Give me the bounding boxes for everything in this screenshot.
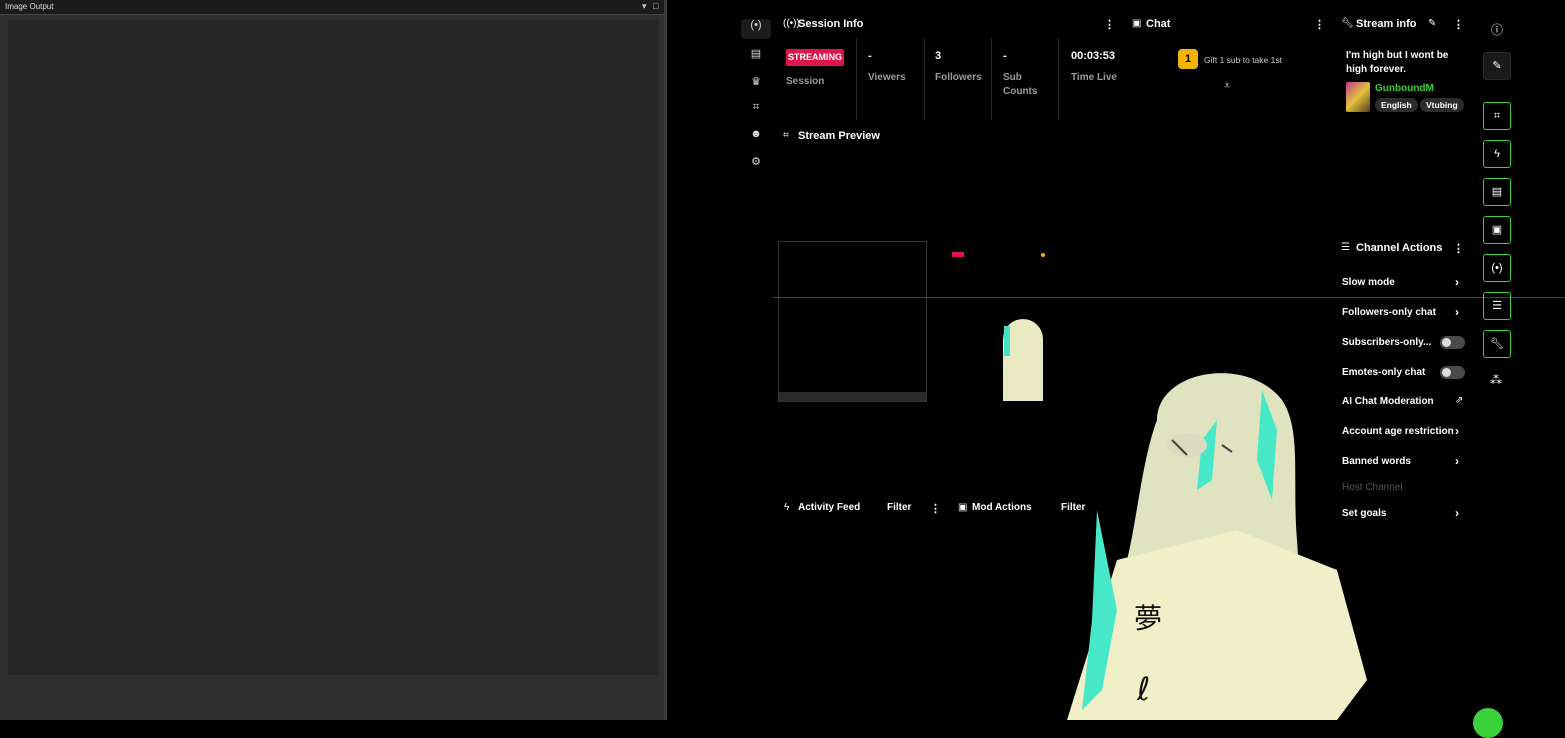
followers-label: Followers [935,72,982,83]
time-live-label: Time Live [1071,72,1117,83]
subscribers-only-item: Subscribers-only... [1342,337,1432,348]
vtuber-avatar: 夢 ℓ [1067,373,1367,720]
time-live-value: 00:03:53 [1071,50,1116,62]
nav-settings-icon[interactable]: ⚙ [741,155,771,175]
chevron-right-icon[interactable]: › [1455,424,1459,438]
chat-menu-icon[interactable]: ⋮ [1314,18,1325,31]
channel-actions-title: Channel Actions [1356,242,1443,254]
ai-chat-moderation-item[interactable]: AI Chat Moderation [1342,396,1434,407]
edit-pencil-icon[interactable]: ✎ [1428,18,1436,29]
stat-divider [1058,38,1059,120]
status-badge: STREAMING [786,49,844,66]
creator-dashboard: (•) ▤ ♛ ⌗ ☻ ⚙ ((•)) Session Info ⋮ STREA… [667,0,1565,738]
chevron-right-icon[interactable]: › [1455,454,1459,468]
chevron-right-icon[interactable]: › [1455,305,1459,319]
viewers-value: - [868,50,872,62]
gift-rank-badge: 1 [1178,49,1198,69]
external-link-icon[interactable]: ⇗ [1455,395,1463,406]
channel-actions-menu-icon[interactable]: ⋮ [1453,242,1464,255]
chat-button[interactable]: ▣ [1483,216,1511,244]
window-titlebar: Image Output ▾ □ [0,0,667,15]
activity-feed-menu-icon[interactable]: ⋮ [930,502,941,515]
emotes-only-chat-item: Emotes-only chat [1342,367,1426,378]
session-info-title: Session Info [798,18,864,30]
session-label: Session [786,76,825,87]
stream-title-line2: high forever. [1346,64,1407,75]
gift-leaderboard-text[interactable]: Gift 1 sub to take 1st [1204,55,1282,65]
sub-counts-value: - [1003,50,1007,62]
mod-actions-filter[interactable]: Filter [1061,502,1085,513]
emotes-only-toggle[interactable] [1440,366,1465,379]
window-title: Image Output [5,2,54,11]
community-icon[interactable]: ⁂ [1490,373,1502,387]
chat-bubble-icon: ▣ [1132,18,1142,29]
nav-users-icon[interactable]: ☻ [741,128,771,148]
chevron-right-icon[interactable]: › [1455,275,1459,289]
info-icon[interactable]: ⓘ [1491,21,1503,38]
stat-divider [856,38,857,120]
preview-nested-window [778,241,927,402]
account-age-restriction-item[interactable]: Account age restriction [1342,426,1454,437]
scroll-down-icon[interactable]: ⩡ [1224,80,1230,93]
slow-mode-item[interactable]: Slow mode [1342,277,1395,288]
sub-counts-label-line1: Sub [1003,72,1022,83]
wrench-icon: 🔧︎ [1341,18,1354,29]
subscribers-only-toggle[interactable] [1440,336,1465,349]
stat-divider [924,38,925,120]
stat-divider [991,38,992,120]
minimize-icon[interactable]: ▾ [642,1,647,12]
nav-broadcast-icon[interactable]: (•) [741,19,771,39]
stream-title-line1: I'm high but I wont be [1346,50,1449,61]
sub-counts-label-line2: Counts [1003,86,1038,97]
nav-camera-icon[interactable]: ⌗ [741,101,771,121]
lightning-icon: ϟ [784,502,790,513]
chat-title: Chat [1146,18,1171,30]
mod-actions-title: Mod Actions [972,502,1032,513]
stream-info-menu-icon[interactable]: ⋮ [1453,18,1464,31]
category-thumbnail[interactable] [1346,82,1370,112]
stream-preview-title: Stream Preview [798,130,880,142]
host-channel-item: Host Channel [1342,482,1403,493]
banned-words-item[interactable]: Banned words [1342,456,1411,467]
broadcast-button[interactable]: (•) [1483,254,1511,282]
wrench-button[interactable]: 🔧︎ [1483,330,1511,358]
activity-feed-title: Activity Feed [798,502,861,513]
svg-text:ℓ: ℓ [1136,670,1150,708]
note-button[interactable]: ▤ [1483,178,1511,206]
viewers-label: Viewers [868,72,906,83]
maximize-icon[interactable]: □ [653,1,658,11]
camera-button[interactable]: ⌗ [1483,102,1511,130]
fab-button[interactable] [1473,708,1503,738]
followers-only-chat-item[interactable]: Followers-only chat [1342,307,1436,318]
channel-name[interactable]: GunboundM [1375,83,1434,94]
preview-guide-line [773,297,1565,298]
stream-info-title: Stream info [1356,18,1417,30]
layout-button[interactable]: ☰ [1483,292,1511,320]
svg-text:夢: 夢 [1134,602,1162,635]
shield-icon: ▣ [958,502,968,513]
tag-english[interactable]: English [1375,98,1418,112]
session-info-menu-icon[interactable]: ⋮ [1104,18,1115,31]
image-output-canvas [8,20,659,675]
pencil-button[interactable]: ✎ [1483,52,1511,80]
nav-stats-icon[interactable]: ▤ [741,47,771,67]
image-output-window: Image Output ▾ □ [0,0,667,720]
followers-value: 3 [935,50,942,62]
activity-feed-filter[interactable]: Filter [887,502,911,513]
camera-icon: ⌗ [783,130,789,141]
set-goals-item[interactable]: Set goals [1342,508,1386,519]
nav-trophy-icon[interactable]: ♛ [741,75,771,95]
lightning-button[interactable]: ϟ [1483,140,1511,168]
chevron-right-icon[interactable]: › [1455,506,1459,520]
list-icon: ☰ [1341,242,1350,253]
tag-vtubing[interactable]: Vtubing [1420,98,1464,112]
